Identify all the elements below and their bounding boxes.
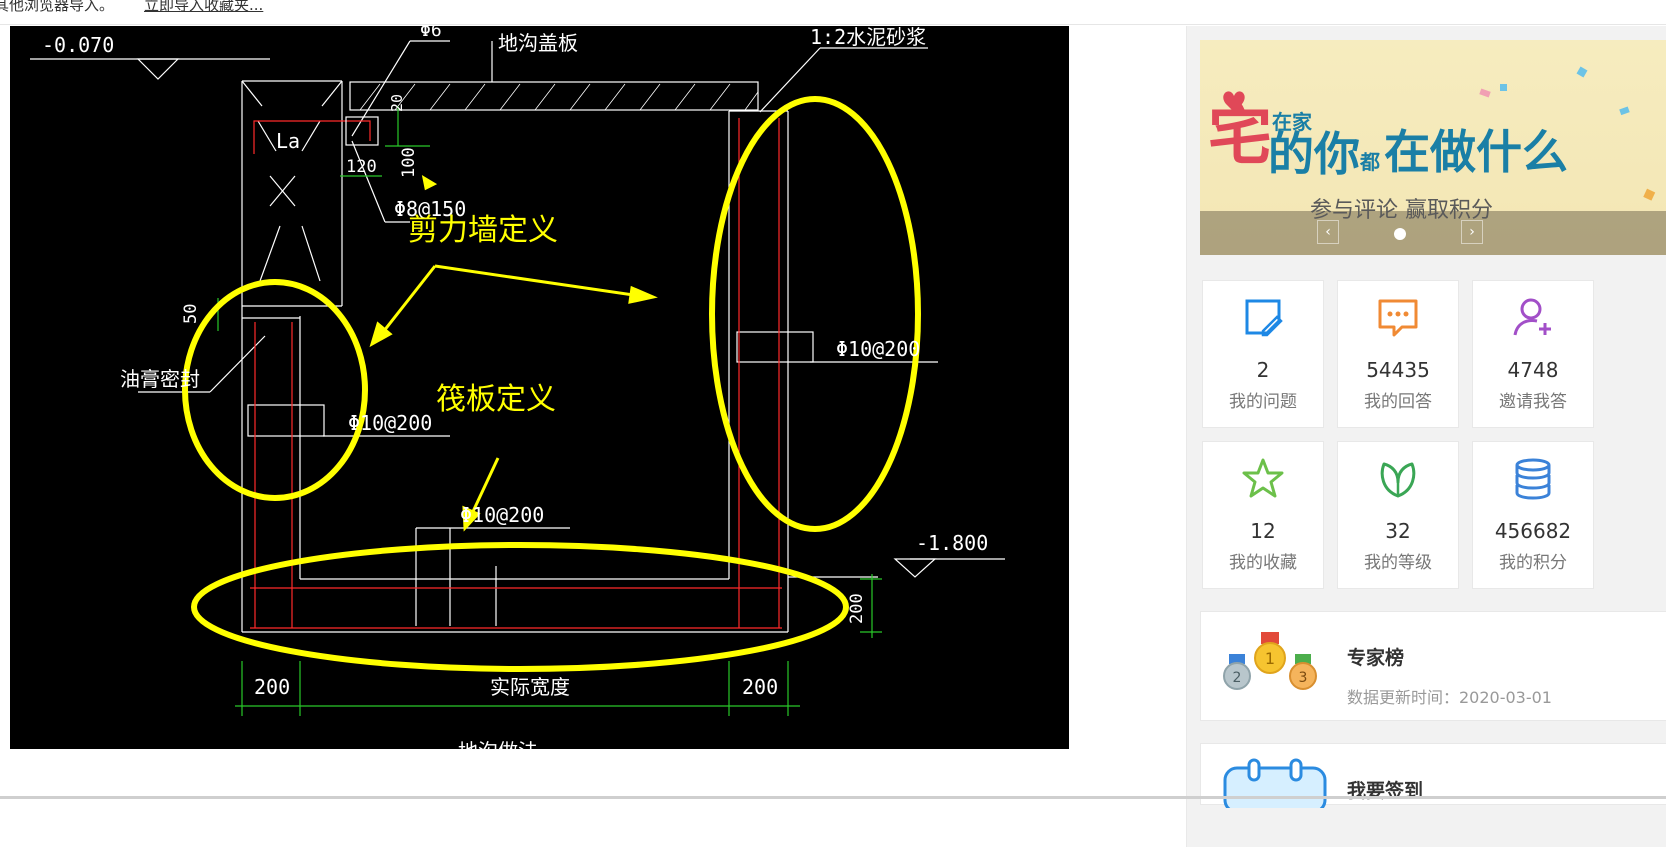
promo-banner[interactable]: 宅 在家 的你 都 在做什么 参与评论 赢取积分 ‹ › [1200, 40, 1666, 255]
invites-label: 邀请我答 [1499, 392, 1567, 412]
import-notice-bar: 其他浏览器导入。 立即导入收藏夹... [0, 0, 1666, 25]
questions-label: 我的问题 [1229, 392, 1297, 412]
leaf-icon [1380, 462, 1416, 498]
dim-200-right-label: 200 [742, 675, 778, 699]
cad-drawing-image[interactable]: -0.070 Φ6 地沟盖板 1:2水泥砂浆 La 120 20 100 Φ8@… [10, 26, 1069, 749]
invites-count: 4748 [1507, 358, 1559, 382]
calendar-icon [1223, 758, 1327, 808]
dim-200-side-label: 200 [847, 593, 867, 624]
actual-width-label: 实际宽度 [490, 675, 570, 699]
tile-my-questions[interactable]: 2 我的问题 [1202, 280, 1324, 428]
edit-note-icon [1245, 299, 1283, 337]
points-count: 456682 [1494, 519, 1572, 543]
coins-stack-icon [1515, 458, 1551, 500]
svg-text:3: 3 [1299, 670, 1308, 686]
points-label: 我的积分 [1499, 553, 1567, 573]
banner-headline-prefix: 宅 [1208, 100, 1272, 174]
rebar-left-label: Φ10@200 [348, 411, 432, 435]
expert-ranking-title: 专家榜 [1347, 647, 1405, 669]
la-label: La [276, 129, 300, 153]
level-value: 32 [1385, 519, 1411, 543]
carousel-dot-icon[interactable] [1394, 228, 1406, 240]
import-notice-text: 其他浏览器导入。 [0, 0, 115, 14]
tile-my-level[interactable]: 32 我的等级 [1337, 441, 1459, 589]
expert-ranking-card[interactable]: 1 2 3 专家榜 数据更新时间：2020-03-01 [1200, 611, 1666, 721]
dim-200-left-label: 200 [254, 675, 290, 699]
trench-cover-label: 地沟盖板 [498, 31, 578, 55]
seal-label: 油膏密封 [120, 367, 200, 391]
tile-my-favorites[interactable]: 12 我的收藏 [1202, 441, 1324, 589]
banner-headline-mid: 的你 [1268, 127, 1360, 181]
star-icon [1242, 458, 1284, 498]
level-bottom-label: -1.800 [916, 531, 988, 555]
mortar-label: 1:2水泥砂浆 [810, 26, 926, 49]
carousel-next-icon[interactable]: › [1461, 220, 1483, 244]
favorites-label: 我的收藏 [1229, 553, 1297, 573]
invite-user-icon [1513, 298, 1551, 336]
expert-ranking-update: 数据更新时间：2020-03-01 [1347, 688, 1552, 707]
dim-20-label: 20 [388, 94, 406, 112]
chat-bubble-icon [1378, 299, 1418, 337]
answers-count: 54435 [1366, 358, 1430, 382]
rebar-top-label: Φ6 [420, 26, 442, 41]
level-label: 我的等级 [1364, 553, 1432, 573]
raft-annotation: 筏板定义 [436, 382, 556, 417]
medals-icon: 1 2 3 [1223, 632, 1317, 690]
shear-wall-annotation: 剪力墙定义 [408, 213, 558, 248]
horizontal-scrollbar[interactable] [0, 796, 1666, 799]
import-bookmarks-link[interactable]: 立即导入收藏夹... [144, 0, 263, 15]
dim-50-label: 50 [181, 304, 201, 324]
tile-my-points[interactable]: 456682 我的积分 [1472, 441, 1594, 589]
tile-my-answers[interactable]: 54435 我的回答 [1337, 280, 1459, 428]
rebar-bottom-label: Φ10@200 [460, 503, 544, 527]
drawing-caption: 地沟做法 [458, 739, 538, 749]
favorites-count: 12 [1250, 519, 1276, 543]
level-top-label: -0.070 [42, 33, 114, 57]
carousel-prev-icon[interactable]: ‹ [1317, 220, 1339, 244]
svg-text:2: 2 [1233, 670, 1242, 686]
banner-headline-main: 在做什么 [1384, 125, 1568, 179]
rebar-right-label: Φ10@200 [836, 337, 920, 361]
banner-headline-small2: 都 [1360, 150, 1380, 174]
tile-invited-to-answer[interactable]: 4748 邀请我答 [1472, 280, 1594, 428]
dim-120-label: 120 [346, 157, 377, 177]
dim-100-label: 100 [399, 147, 419, 178]
svg-text:1: 1 [1265, 649, 1275, 668]
answers-label: 我的回答 [1364, 392, 1432, 412]
questions-count: 2 [1256, 358, 1270, 382]
